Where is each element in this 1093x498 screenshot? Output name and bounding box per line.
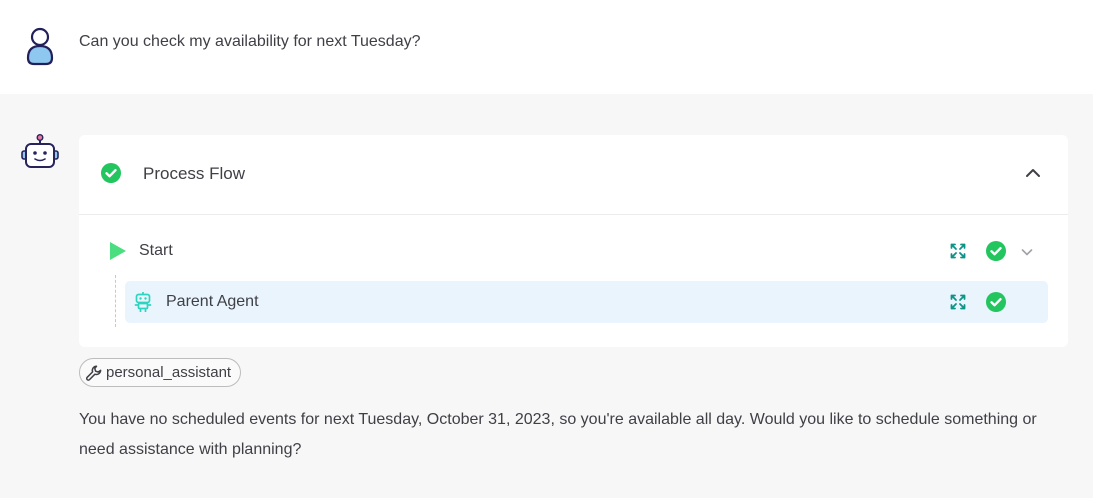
check-circle-icon <box>101 163 121 183</box>
flow-step-start[interactable]: Start <box>79 215 1068 286</box>
user-message-text: Can you check my availability for next T… <box>79 33 421 50</box>
chevron-down-icon[interactable] <box>1020 245 1034 259</box>
process-flow-title: Process Flow <box>143 164 246 183</box>
flow-step-label: Start <box>139 242 173 259</box>
flow-step-parent-agent[interactable]: Parent Agent <box>125 281 1048 323</box>
tree-connector-line <box>115 275 116 327</box>
expand-icon[interactable] <box>950 243 966 259</box>
chevron-up-icon[interactable] <box>1023 163 1043 183</box>
tool-chip[interactable]: personal_assistant <box>79 358 242 387</box>
user-avatar-icon <box>26 27 54 66</box>
flow-step-label: Parent Agent <box>166 293 259 310</box>
robot-icon <box>134 292 152 312</box>
check-circle-icon <box>986 292 1006 312</box>
tool-label: personal_assistant <box>106 363 232 381</box>
assistant-message-row: Process Flow Start Parent Agent personal… <box>0 94 1093 498</box>
check-circle-icon <box>986 241 1006 261</box>
wrench-icon <box>86 364 102 381</box>
play-icon <box>110 242 126 260</box>
process-flow-header[interactable]: Process Flow <box>79 135 1068 215</box>
process-flow-card: Process Flow Start Parent Agent <box>79 135 1068 347</box>
expand-icon[interactable] <box>950 294 966 310</box>
user-message-row: Can you check my availability for next T… <box>0 0 1093 94</box>
bot-avatar-icon <box>21 134 59 168</box>
assistant-response-text: You have no scheduled events for next Tu… <box>79 411 1037 458</box>
